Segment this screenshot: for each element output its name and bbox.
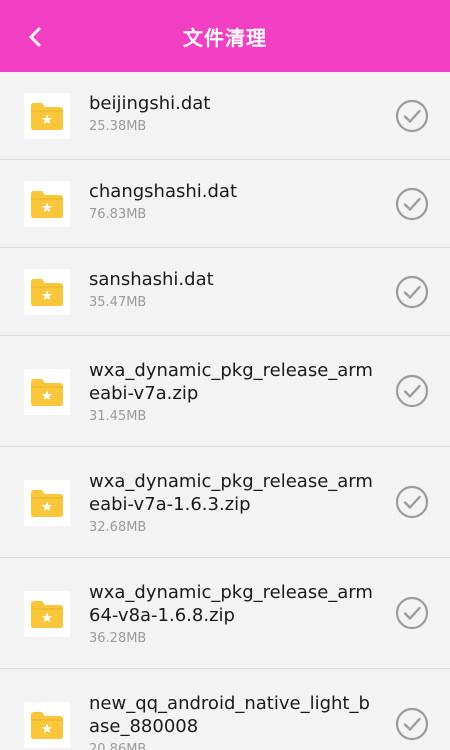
file-info: sanshashi.dat 35.47MB — [89, 268, 379, 312]
file-size: 36.28MB — [89, 631, 147, 646]
folder-star-icon — [31, 379, 63, 406]
file-info: wxa_dynamic_pkg_release_armeabi-v7a-1.6.… — [89, 470, 379, 537]
folder-thumbnail — [24, 93, 70, 139]
folder-star-icon — [31, 490, 63, 517]
file-info: wxa_dynamic_pkg_release_armeabi-v7a.zip … — [89, 359, 379, 426]
folder-star-icon — [31, 103, 63, 130]
file-info: changshashi.dat 76.83MB — [89, 180, 379, 224]
file-size: 25.38MB — [89, 119, 147, 134]
folder-star-icon — [31, 279, 63, 306]
file-name: wxa_dynamic_pkg_release_armeabi-v7a.zip — [89, 360, 373, 404]
file-name: wxa_dynamic_pkg_release_armeabi-v7a-1.6.… — [89, 471, 373, 515]
file-size: 20.86MB — [89, 742, 147, 750]
folder-thumbnail — [24, 480, 70, 526]
folder-thumbnail — [24, 591, 70, 637]
check-circle-icon[interactable] — [395, 707, 429, 741]
file-name: beijingshi.dat — [89, 93, 211, 114]
file-name: sanshashi.dat — [89, 269, 214, 290]
check-circle-icon[interactable] — [395, 275, 429, 309]
file-size: 76.83MB — [89, 207, 147, 222]
file-size: 31.45MB — [89, 409, 147, 424]
file-item[interactable]: new_qq_android_native_light_base_880008 … — [0, 669, 450, 750]
file-item[interactable]: sanshashi.dat 35.47MB — [0, 248, 450, 336]
file-item[interactable]: wxa_dynamic_pkg_release_armeabi-v7a-1.6.… — [0, 447, 450, 558]
folder-thumbnail — [24, 702, 70, 748]
file-size: 35.47MB — [89, 295, 147, 310]
folder-thumbnail — [24, 269, 70, 315]
file-item[interactable]: changshashi.dat 76.83MB — [0, 160, 450, 248]
check-circle-icon[interactable] — [395, 596, 429, 630]
folder-star-icon — [31, 601, 63, 628]
check-circle-icon[interactable] — [395, 485, 429, 519]
app-header: 文件清理 — [0, 0, 450, 72]
folder-star-icon — [31, 191, 63, 218]
check-circle-icon[interactable] — [395, 99, 429, 133]
folder-thumbnail — [24, 369, 70, 415]
file-info: wxa_dynamic_pkg_release_arm64-v8a-1.6.8.… — [89, 581, 379, 648]
folder-star-icon — [31, 712, 63, 739]
file-item[interactable]: wxa_dynamic_pkg_release_armeabi-v7a.zip … — [0, 336, 450, 447]
file-list: beijingshi.dat 25.38MB changshashi.dat 7… — [0, 72, 450, 750]
file-size: 32.68MB — [89, 520, 147, 535]
file-info: beijingshi.dat 25.38MB — [89, 92, 379, 136]
folder-thumbnail — [24, 181, 70, 227]
file-info: new_qq_android_native_light_base_880008 … — [89, 692, 379, 750]
check-circle-icon[interactable] — [395, 187, 429, 221]
page-title: 文件清理 — [183, 26, 267, 50]
file-item[interactable]: wxa_dynamic_pkg_release_arm64-v8a-1.6.8.… — [0, 558, 450, 669]
file-name: changshashi.dat — [89, 181, 238, 202]
file-name: new_qq_android_native_light_base_880008 — [89, 693, 370, 737]
file-item[interactable]: beijingshi.dat 25.38MB — [0, 72, 450, 160]
check-circle-icon[interactable] — [395, 374, 429, 408]
file-name: wxa_dynamic_pkg_release_arm64-v8a-1.6.8.… — [89, 582, 373, 626]
